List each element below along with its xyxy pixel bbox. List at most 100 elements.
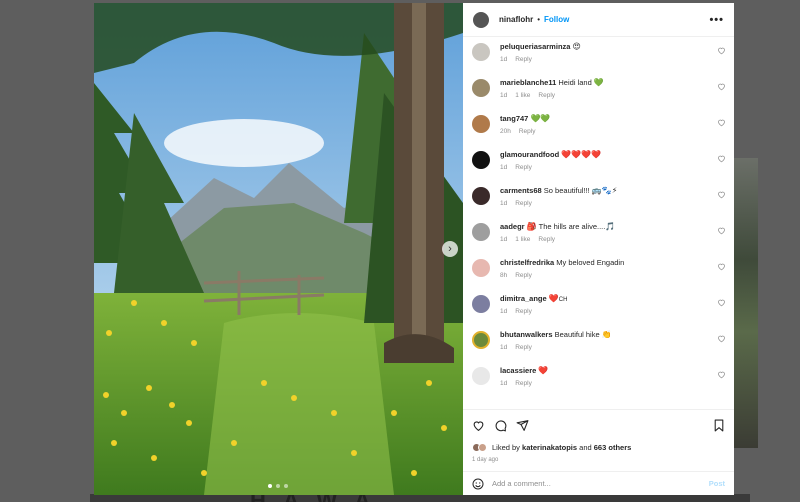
commenter-username[interactable]: marieblanche11: [500, 78, 556, 87]
heart-icon[interactable]: [717, 298, 726, 307]
heart-icon[interactable]: [717, 154, 726, 163]
comment-text-line: dimitra_ange ❤️CH: [500, 294, 567, 303]
commenter-username[interactable]: christelfredrika: [500, 258, 554, 267]
comment-icon[interactable]: [494, 419, 507, 432]
heart-icon[interactable]: [717, 226, 726, 235]
comment-emoji: 😍: [572, 42, 581, 51]
like-heart-icon[interactable]: [472, 419, 485, 432]
commenter-avatar[interactable]: [472, 295, 490, 313]
reply-button[interactable]: Reply: [515, 344, 532, 351]
commenter-username[interactable]: glamourandfood: [500, 150, 559, 159]
comment-suffix: CH: [558, 297, 568, 303]
header-separator: •: [537, 15, 541, 24]
comment: tang747 💚💚 20h Reply: [472, 109, 730, 143]
comment-text-line: lacassiere ❤️: [500, 366, 548, 375]
comment: christelfredrika My beloved Engadin 8h Re…: [472, 253, 730, 287]
comment-list: peluqueriasarminza 😍 1d Reply marieblanch…: [463, 37, 734, 409]
post-actions: Liked by katerinakatopis and 663 others …: [463, 409, 734, 471]
comments-panel: ninaflohr • Follow ••• peluqueriasarminz…: [463, 3, 734, 495]
author-username[interactable]: ninaflohr: [499, 15, 533, 24]
commenter-avatar[interactable]: [472, 43, 490, 61]
commenter-username[interactable]: bhutanwalkers: [500, 330, 553, 339]
reply-button[interactable]: Reply: [515, 200, 532, 207]
comment-time: 20h: [500, 128, 511, 135]
reply-button[interactable]: Reply: [538, 236, 555, 243]
post-photo: [94, 3, 463, 495]
heart-icon[interactable]: [717, 118, 726, 127]
heart-icon[interactable]: [717, 334, 726, 343]
comment-time: 1d: [500, 200, 508, 207]
bookmark-icon[interactable]: [713, 419, 725, 432]
comment-time: 1d: [500, 344, 508, 351]
commenter-avatar[interactable]: [472, 259, 490, 277]
liked-by-user[interactable]: katerinakatopis: [522, 443, 577, 452]
post-button[interactable]: Post: [709, 479, 725, 488]
comment-emoji: ❤️: [538, 366, 549, 375]
commenter-username[interactable]: carments68: [500, 186, 542, 195]
likes-others[interactable]: 663 others: [594, 443, 632, 452]
add-comment-bar: Post: [463, 471, 734, 495]
comment: bhutanwalkers Beautiful hike 👏 1d Reply: [472, 325, 730, 359]
reply-button[interactable]: Reply: [515, 56, 532, 63]
commenter-avatar[interactable]: [472, 367, 490, 385]
reply-button[interactable]: Reply: [515, 380, 532, 387]
next-image-button[interactable]: ›: [442, 241, 458, 257]
follow-button[interactable]: Follow: [544, 15, 569, 24]
commenter-avatar[interactable]: [472, 115, 490, 133]
comment-meta: 1d Reply: [500, 308, 540, 315]
comment: peluqueriasarminza 😍 1d Reply: [472, 37, 730, 71]
carousel-dot: [268, 484, 272, 488]
commenter-username[interactable]: tang747: [500, 114, 528, 123]
comment-emoji: 💚: [593, 78, 604, 87]
comment-input[interactable]: [492, 479, 682, 488]
reply-button[interactable]: Reply: [515, 164, 532, 171]
background-strip: [90, 494, 750, 502]
comment-meta: 1d Reply: [500, 200, 540, 207]
commenter-avatar[interactable]: [472, 331, 490, 349]
heart-icon[interactable]: [717, 82, 726, 91]
share-icon[interactable]: [516, 419, 529, 432]
heart-icon[interactable]: [717, 370, 726, 379]
more-icon[interactable]: •••: [709, 14, 724, 26]
comment: marieblanche11 Heidi land 💚 1d 1 like Repl…: [472, 73, 730, 107]
heart-icon[interactable]: [717, 190, 726, 199]
comment-meta: 1d Reply: [500, 56, 540, 63]
landscape-image: [94, 3, 463, 495]
comment-time: 1d: [500, 56, 508, 63]
reply-button[interactable]: Reply: [515, 272, 532, 279]
commenter-username[interactable]: lacassiere: [500, 366, 536, 375]
comment-emoji: 👏: [601, 330, 612, 339]
comment-text: Heidi land: [558, 78, 592, 87]
heart-icon[interactable]: [717, 46, 726, 55]
background-thumbnail: [734, 158, 758, 448]
emoji-icon[interactable]: [472, 478, 484, 490]
commenter-username[interactable]: dimitra_ange: [500, 294, 547, 303]
comment-text-line: carments68 So beautiful!!! 🚌🐾⚡: [500, 186, 617, 195]
comment-emoji: ❤️❤️❤️❤️: [561, 150, 602, 159]
comment-meta: 1d Reply: [500, 380, 540, 387]
commenter-avatar[interactable]: [472, 223, 490, 241]
commenter-username[interactable]: aadegr: [500, 222, 525, 231]
comment-meta: 1d Reply: [500, 344, 540, 351]
comment-meta: 20h Reply: [500, 128, 543, 135]
comment-likes[interactable]: 1 like: [515, 236, 530, 243]
commenter-avatar[interactable]: [472, 187, 490, 205]
reply-button[interactable]: Reply: [519, 128, 536, 135]
author-avatar[interactable]: [473, 11, 489, 28]
liked-by-and: and: [579, 443, 592, 452]
comment-prefix-emoji: 🎒: [526, 222, 537, 231]
comment-meta: 1d Reply: [500, 164, 540, 171]
commenter-avatar[interactable]: [472, 79, 490, 97]
heart-icon[interactable]: [717, 262, 726, 271]
commenter-avatar[interactable]: [472, 151, 490, 169]
comment-meta: 1d 1 like Reply: [500, 92, 563, 99]
comment-time: 1d: [500, 308, 508, 315]
comment: carments68 So beautiful!!! 🚌🐾⚡ 1d Reply: [472, 181, 730, 215]
reply-button[interactable]: Reply: [515, 308, 532, 315]
comment: glamourandfood ❤️❤️❤️❤️ 1d Reply: [472, 145, 730, 179]
comment-likes[interactable]: 1 like: [515, 92, 530, 99]
save-button[interactable]: [713, 419, 725, 432]
reply-button[interactable]: Reply: [538, 92, 555, 99]
commenter-username[interactable]: peluqueriasarminza: [500, 42, 570, 51]
comment-emoji: ❤️: [548, 294, 559, 303]
